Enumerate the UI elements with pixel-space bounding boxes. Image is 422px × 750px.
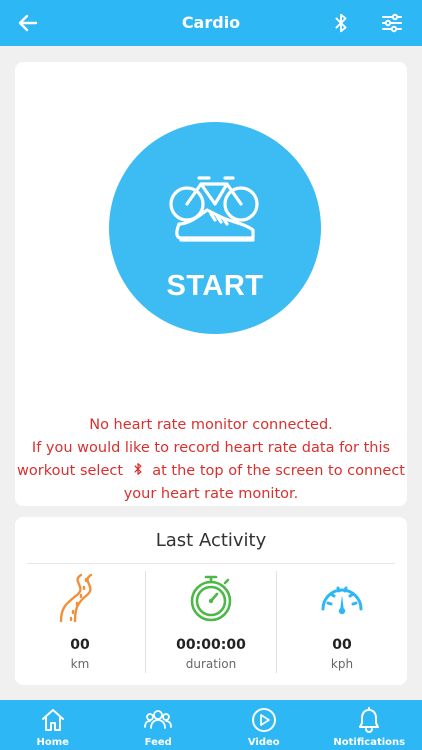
stat-distance: 00 km <box>15 573 145 673</box>
stat-unit: duration <box>185 657 237 671</box>
sliders-icon[interactable] <box>380 11 404 35</box>
warning-line: workout select at the top of the screen … <box>17 463 405 479</box>
road-icon <box>59 573 93 623</box>
people-icon <box>144 710 173 729</box>
bottom-tab-bar: Home Feed Video Notifications <box>0 700 422 750</box>
tab-label: Notifications <box>333 737 406 748</box>
stat-value: 00 <box>332 637 352 653</box>
bell-icon <box>359 707 380 733</box>
start-card: START No heart rate monitor connected. I… <box>15 62 407 506</box>
tab-video[interactable]: Video <box>211 700 317 750</box>
play-icon <box>251 708 276 732</box>
bluetooth-icon <box>134 463 142 475</box>
stat-unit: km <box>70 657 90 671</box>
tab-home[interactable]: Home <box>0 700 106 750</box>
divider <box>27 563 395 564</box>
top-app-bar: Cardio <box>0 0 422 46</box>
start-button[interactable]: START <box>109 122 321 334</box>
stopwatch-icon <box>190 575 232 622</box>
tab-label: Home <box>36 737 69 748</box>
start-label: START <box>166 270 264 302</box>
warning-line: your heart rate monitor. <box>123 486 299 502</box>
stat-unit: kph <box>330 657 354 671</box>
tab-feed[interactable]: Feed <box>106 700 212 750</box>
stat-duration: 00:00:00 duration <box>146 573 276 673</box>
warning-line: No heart rate monitor connected. <box>89 417 333 433</box>
tab-label: Video <box>247 737 280 748</box>
tab-label: Feed <box>144 737 172 748</box>
warning-line: If you would like to record heart rate d… <box>31 440 391 456</box>
bluetooth-icon[interactable] <box>330 11 352 35</box>
page-title: Cardio <box>181 13 241 32</box>
last-activity-title: Last Activity <box>155 530 267 551</box>
speedometer-icon <box>321 586 363 615</box>
hrm-warning: No heart rate monitor connected. If you … <box>15 414 407 506</box>
stat-value: 00 <box>70 637 90 653</box>
home-icon <box>41 709 64 731</box>
tab-notifications[interactable]: Notifications <box>317 700 422 750</box>
stat-value: 00:00:00 <box>176 637 246 653</box>
bike-shoe-icon <box>169 176 259 242</box>
last-activity-card: Last Activity 00 km 00:00:00 duration 00… <box>15 517 407 685</box>
stat-speed: 00 kph <box>277 573 407 673</box>
